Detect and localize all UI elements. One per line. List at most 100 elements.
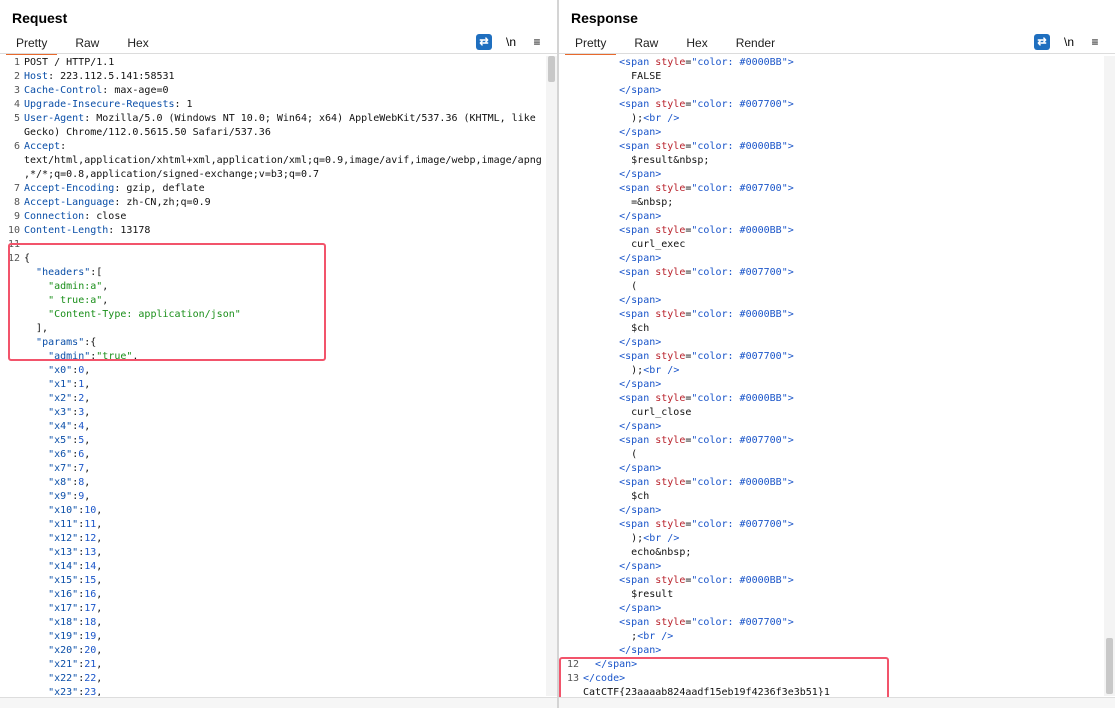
line-number [0, 658, 24, 672]
code-token: User-Agent [24, 113, 85, 124]
line-number [0, 490, 24, 504]
line-number [559, 112, 583, 126]
code-token: "color: #0000BB" [691, 225, 788, 236]
line-number [0, 364, 24, 378]
code-token: style [655, 183, 686, 194]
line-text: "x5":5, [24, 434, 545, 448]
code-token: > [787, 477, 794, 488]
code-token: , [96, 533, 103, 544]
code-token: , [84, 491, 91, 502]
code-token: "x21" [48, 659, 79, 670]
response-tab-hex[interactable]: Hex [676, 34, 717, 53]
request-editor[interactable]: 1 POST / HTTP/1.1 2 Host: 223.112.5.141:585… [0, 56, 545, 696]
line-number [0, 644, 24, 658]
response-menu-icon[interactable]: ≡ [1087, 34, 1103, 50]
code-line: =&nbsp; [559, 196, 1103, 210]
code-token: > [787, 575, 794, 586]
code-line: "x8":8, [0, 476, 545, 490]
code-line: </span> [559, 644, 1103, 658]
line-number [559, 602, 583, 616]
line-text: "x16":16, [24, 588, 545, 602]
request-show-newlines-icon[interactable]: \n [503, 34, 519, 50]
request-tab-raw[interactable]: Raw [65, 34, 109, 53]
code-line: </span> [559, 462, 1103, 476]
code-token: "color: #0000BB" [691, 57, 788, 68]
line-text: </span> [583, 84, 1103, 98]
code-token: style [655, 575, 686, 586]
code-line: curl_close [559, 406, 1103, 420]
code-token: </span> [619, 295, 662, 306]
line-text: "x6":6, [24, 448, 545, 462]
line-text: <span style="color: #007700"> [583, 350, 1103, 364]
line-text: </span> [583, 336, 1103, 350]
code-token: 10 [84, 505, 97, 516]
line-number [0, 560, 24, 574]
line-text: "x0":0, [24, 364, 545, 378]
code-token: $ch [583, 323, 650, 334]
response-editor[interactable]: <span style="color: #0000BB"> FALSE </sp… [559, 56, 1103, 696]
response-scroll-thumb[interactable] [1106, 638, 1113, 694]
response-wrap-lines-icon[interactable]: ⇄ [1034, 34, 1050, 50]
response-scrollbar[interactable] [1104, 56, 1115, 696]
line-number [559, 224, 583, 238]
code-token: <span [619, 99, 656, 110]
code-token: curl_close [583, 407, 692, 418]
code-token: 15 [84, 575, 97, 586]
code-line: "x0":0, [0, 364, 545, 378]
request-scrollbar[interactable] [546, 56, 557, 696]
line-number [559, 196, 583, 210]
code-token: "color: #007700" [691, 617, 788, 628]
code-token: , [84, 421, 91, 432]
code-token: echo&nbsp; [583, 547, 692, 558]
request-tab-hex[interactable]: Hex [117, 34, 158, 53]
line-text: );<br /> [583, 532, 1103, 546]
code-token: style [655, 225, 686, 236]
line-number: 8 [13, 197, 20, 208]
code-line: );<br /> [559, 364, 1103, 378]
code-token: > [787, 57, 794, 68]
line-number [559, 476, 583, 490]
code-token: "color: #007700" [691, 351, 788, 362]
code-token: </span> [619, 379, 662, 390]
line-number: 4 [13, 99, 20, 110]
response-tab-pretty[interactable]: Pretty [565, 34, 617, 55]
code-token: 11 [84, 519, 97, 530]
code-line: ( [559, 448, 1103, 462]
code-token: </span> [619, 505, 662, 516]
code-line: "x10":10, [0, 504, 545, 518]
request-wrap-lines-icon[interactable]: ⇄ [476, 34, 492, 50]
response-tab-render[interactable]: Render [726, 34, 785, 53]
request-highlight-box [8, 243, 326, 361]
request-scroll-thumb[interactable] [548, 56, 555, 82]
code-token: </span> [619, 645, 662, 656]
code-line: 8 Accept-Language: zh-CN,zh;q=0.9 [0, 196, 545, 210]
request-tab-pretty[interactable]: Pretty [6, 34, 58, 55]
code-line: $ch [559, 490, 1103, 504]
line-number [0, 616, 24, 630]
code-line: <span style="color: #0000BB"> [559, 308, 1103, 322]
line-text: Content-Length: 13178 [24, 224, 545, 238]
code-token: </span> [619, 127, 662, 138]
code-token: $result [583, 589, 674, 600]
response-tab-raw[interactable]: Raw [624, 34, 668, 53]
line-text: </span> [583, 644, 1103, 658]
request-menu-icon[interactable]: ≡ [529, 34, 545, 50]
line-number: 3 [13, 85, 20, 96]
line-text: "x23":23, [24, 686, 545, 696]
line-number: 1 [13, 57, 20, 68]
line-number [559, 168, 583, 182]
code-line: </span> [559, 294, 1103, 308]
response-show-newlines-icon[interactable]: \n [1061, 34, 1077, 50]
line-number [559, 364, 583, 378]
code-line: 6 Accept: [0, 140, 545, 154]
